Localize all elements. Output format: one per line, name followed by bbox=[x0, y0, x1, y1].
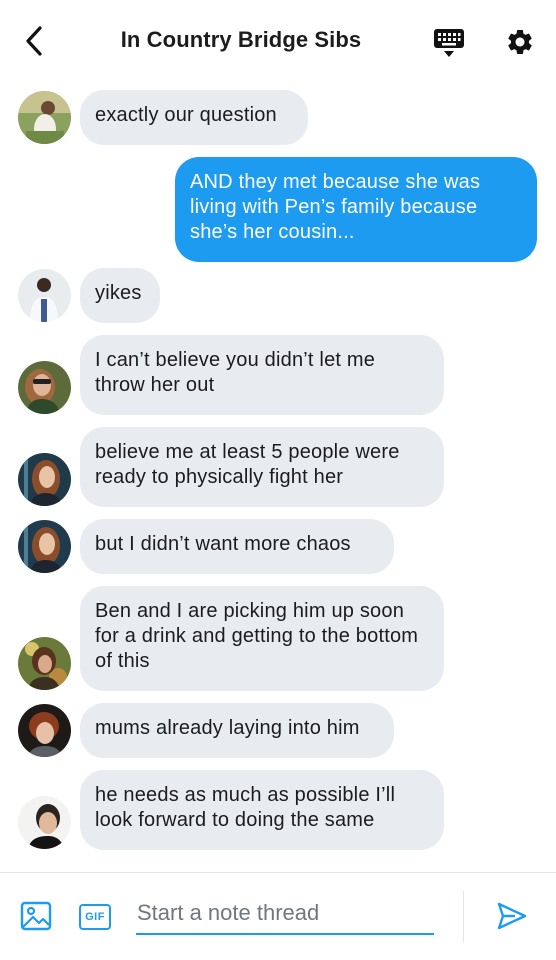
gif-label: GIF bbox=[85, 911, 105, 923]
message-text: believe me at least 5 people were ready … bbox=[95, 441, 400, 488]
message-bubble-outgoing[interactable]: AND they met because she was living with… bbox=[175, 157, 537, 262]
add-gif-button[interactable]: GIF bbox=[79, 904, 111, 930]
avatar[interactable] bbox=[18, 269, 71, 322]
message-text: he needs as much as possible I’ll look f… bbox=[95, 784, 396, 831]
settings-button[interactable] bbox=[503, 25, 537, 59]
avatar[interactable] bbox=[18, 520, 71, 573]
message-bubble[interactable]: he needs as much as possible I’ll look f… bbox=[80, 770, 444, 850]
message-bubble[interactable]: believe me at least 5 people were ready … bbox=[80, 427, 444, 507]
message-text: exactly our question bbox=[95, 104, 277, 126]
add-image-button[interactable] bbox=[20, 900, 52, 932]
message-text: but I didn’t want more chaos bbox=[95, 533, 351, 555]
message-text: AND they met because she was living with… bbox=[190, 171, 481, 243]
chat-header: In Country Bridge Sibs bbox=[0, 0, 556, 82]
composer-bar: GIF bbox=[0, 872, 556, 960]
avatar[interactable] bbox=[18, 91, 71, 144]
message-bubble[interactable]: I can’t believe you didn’t let me throw … bbox=[80, 335, 444, 415]
avatar[interactable] bbox=[18, 361, 71, 414]
gear-icon bbox=[508, 29, 532, 54]
send-button[interactable] bbox=[496, 901, 532, 935]
message-text: Ben and I are picking him up soon for a … bbox=[95, 600, 419, 672]
avatar[interactable] bbox=[18, 796, 71, 849]
message-bubble[interactable]: yikes bbox=[80, 268, 160, 323]
message-text: mums already laying into him bbox=[95, 717, 360, 739]
send-icon bbox=[497, 902, 527, 930]
keyboard-button[interactable] bbox=[432, 26, 466, 60]
message-text: I can’t believe you didn’t let me throw … bbox=[95, 349, 376, 396]
message-bubble[interactable]: but I didn’t want more chaos bbox=[80, 519, 394, 574]
conversation-title: In Country Bridge Sibs bbox=[120, 27, 362, 52]
message-text: yikes bbox=[95, 282, 142, 304]
message-bubble[interactable]: mums already laying into him bbox=[80, 703, 394, 758]
image-icon bbox=[20, 901, 52, 931]
avatar[interactable] bbox=[18, 704, 71, 757]
avatar[interactable] bbox=[18, 453, 71, 506]
message-bubble[interactable]: exactly our question bbox=[80, 90, 308, 145]
keyboard-icon bbox=[434, 29, 464, 57]
message-list[interactable]: exactly our question AND they met becaus… bbox=[0, 82, 556, 872]
message-bubble[interactable]: Ben and I are picking him up soon for a … bbox=[80, 586, 444, 691]
composer-divider bbox=[463, 891, 464, 943]
avatar[interactable] bbox=[18, 637, 71, 690]
note-thread-input[interactable] bbox=[136, 893, 434, 935]
